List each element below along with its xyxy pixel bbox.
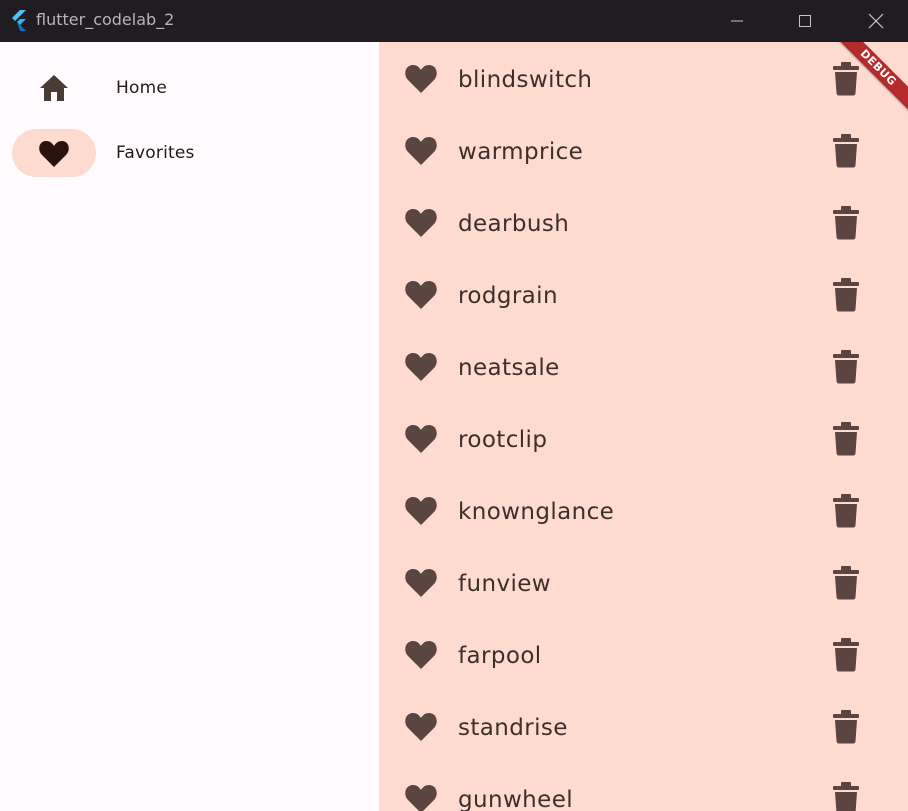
delete-icon[interactable] bbox=[832, 494, 860, 528]
heart-icon[interactable] bbox=[404, 422, 438, 454]
delete-icon[interactable] bbox=[832, 710, 860, 744]
favorite-word: funview bbox=[458, 571, 552, 597]
favorite-word: warmprice bbox=[458, 139, 584, 165]
window-titlebar: flutter_codelab_2 bbox=[0, 0, 908, 42]
maximize-button[interactable] bbox=[782, 0, 828, 42]
minimize-icon bbox=[731, 20, 743, 22]
window-title: flutter_codelab_2 bbox=[36, 10, 175, 29]
list-item[interactable]: warmprice bbox=[380, 114, 908, 186]
favorites-list: blindswitch warmprice dearbush rodgrain neat… bbox=[380, 42, 908, 811]
list-item[interactable]: neatsale bbox=[380, 330, 908, 402]
rail-indicator-active bbox=[12, 129, 96, 177]
favorite-word: standrise bbox=[458, 715, 568, 741]
heart-icon[interactable] bbox=[404, 494, 438, 526]
maximize-icon bbox=[799, 15, 811, 27]
close-icon bbox=[868, 13, 884, 29]
favorite-word: rootclip bbox=[458, 427, 548, 453]
list-item[interactable]: farpool bbox=[380, 618, 908, 690]
heart-icon[interactable] bbox=[404, 278, 438, 310]
close-button[interactable] bbox=[853, 0, 899, 42]
flutter-logo-icon bbox=[12, 10, 26, 31]
favorite-word: gunwheel bbox=[458, 787, 574, 811]
heart-icon[interactable] bbox=[404, 134, 438, 166]
delete-icon[interactable] bbox=[832, 62, 860, 96]
heart-icon[interactable] bbox=[404, 566, 438, 598]
delete-icon[interactable] bbox=[832, 422, 860, 456]
rail-item-favorites[interactable]: Favorites bbox=[12, 129, 252, 179]
delete-icon[interactable] bbox=[832, 782, 860, 811]
delete-icon[interactable] bbox=[832, 566, 860, 600]
favorite-word: knownglance bbox=[458, 499, 615, 525]
delete-icon[interactable] bbox=[832, 206, 860, 240]
delete-icon[interactable] bbox=[832, 278, 860, 312]
delete-icon[interactable] bbox=[832, 134, 860, 168]
rail-item-home[interactable]: Home bbox=[12, 64, 252, 114]
list-item[interactable]: knownglance bbox=[380, 474, 908, 546]
delete-icon[interactable] bbox=[832, 350, 860, 384]
rail-label-home: Home bbox=[116, 78, 168, 98]
list-item[interactable]: funview bbox=[380, 546, 908, 618]
minimize-button[interactable] bbox=[714, 0, 760, 42]
favorites-page: blindswitch warmprice dearbush rodgrain neat… bbox=[380, 42, 908, 811]
navigation-rail: Home Favorites bbox=[0, 42, 379, 811]
favorite-word: rodgrain bbox=[458, 283, 558, 309]
favorite-word: blindswitch bbox=[458, 67, 593, 93]
rail-indicator bbox=[12, 64, 96, 112]
list-item[interactable]: rootclip bbox=[380, 402, 908, 474]
heart-icon[interactable] bbox=[404, 710, 438, 742]
favorite-word: farpool bbox=[458, 643, 542, 669]
list-item[interactable]: gunwheel bbox=[380, 762, 908, 811]
list-item[interactable]: standrise bbox=[380, 690, 908, 762]
heart-icon bbox=[39, 140, 69, 167]
delete-icon[interactable] bbox=[832, 638, 860, 672]
list-item[interactable]: rodgrain bbox=[380, 258, 908, 330]
rail-label-favorites: Favorites bbox=[116, 143, 195, 163]
favorite-word: dearbush bbox=[458, 211, 570, 237]
heart-icon[interactable] bbox=[404, 62, 438, 94]
heart-icon[interactable] bbox=[404, 638, 438, 670]
heart-icon[interactable] bbox=[404, 782, 438, 811]
list-item[interactable]: blindswitch bbox=[380, 42, 908, 114]
favorite-word: neatsale bbox=[458, 355, 560, 381]
heart-icon[interactable] bbox=[404, 206, 438, 238]
home-icon bbox=[40, 75, 68, 101]
list-item[interactable]: dearbush bbox=[380, 186, 908, 258]
heart-icon[interactable] bbox=[404, 350, 438, 382]
